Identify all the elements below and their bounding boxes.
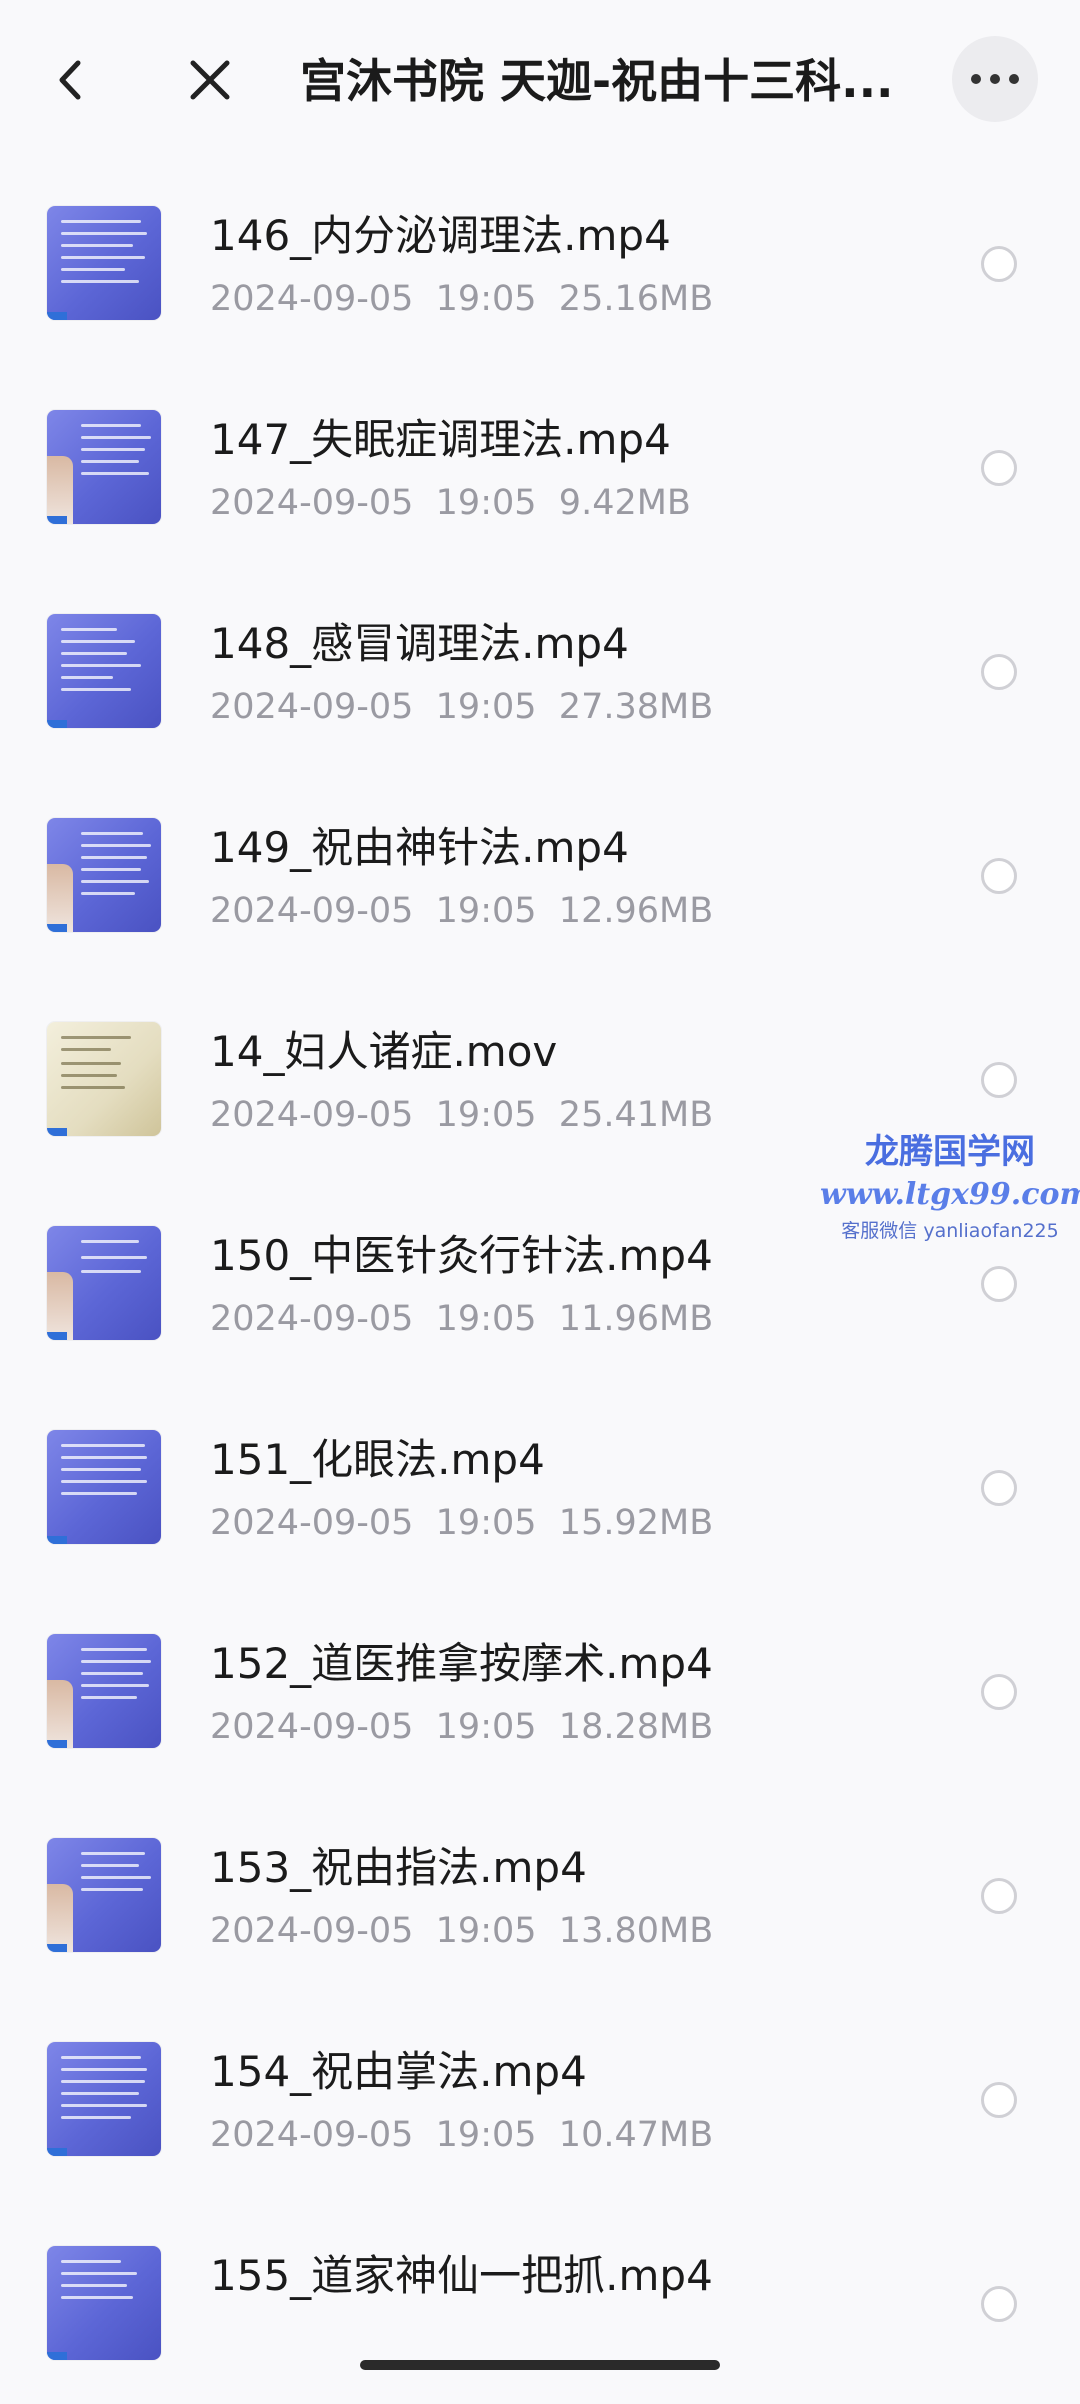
select-radio[interactable] (981, 2082, 1017, 2118)
home-indicator[interactable] (360, 2360, 720, 2370)
file-meta: 2024-09-05 19:05 10.47MB (210, 2112, 930, 2158)
file-date: 2024-09-05 19:05 (210, 1911, 537, 1951)
file-date: 2024-09-05 19:05 (210, 279, 537, 319)
video-thumbnail (47, 614, 161, 728)
watermark-url: www.ltgx99.com (820, 1177, 1080, 1212)
file-item[interactable]: 153_祝由指法.mp4 2024-09-05 19:05 13.80MB (0, 1792, 1080, 1996)
file-date: 2024-09-05 19:05 (210, 891, 537, 931)
video-thumbnail (47, 818, 161, 932)
select-radio[interactable] (981, 1266, 1017, 1302)
file-item[interactable]: 155_道家神仙一把抓.mp4 (0, 2200, 1080, 2404)
file-meta: 2024-09-05 19:05 9.42MB (210, 480, 930, 526)
select-radio[interactable] (981, 2286, 1017, 2322)
file-name: 154_祝由掌法.mp4 (210, 2047, 587, 2096)
watermark-contact: 客服微信 yanliaofan225 (841, 1220, 1059, 1242)
file-size: 10.47MB (558, 2115, 714, 2155)
file-size: 25.16MB (558, 279, 714, 319)
file-name: 152_道医推拿按摩术.mp4 (210, 1639, 713, 1688)
file-item[interactable]: 147_失眠症调理法.mp4 2024-09-05 19:05 9.42MB (0, 364, 1080, 568)
file-item[interactable]: 154_祝由掌法.mp4 2024-09-05 19:05 10.47MB (0, 1996, 1080, 2200)
more-button[interactable] (952, 36, 1038, 122)
watermark: 龙腾国学网 www.ltgx99.com 客服微信 yanliaofan225 (820, 1130, 1080, 1246)
video-thumbnail (47, 1634, 161, 1748)
file-date: 2024-09-05 19:05 (210, 1095, 537, 1135)
video-thumbnail (47, 1022, 161, 1136)
file-size: 12.96MB (558, 891, 714, 931)
video-thumbnail (47, 1226, 161, 1340)
file-meta: 2024-09-05 19:05 13.80MB (210, 1908, 930, 1954)
file-size: 25.41MB (558, 1095, 714, 1135)
top-bar: 宫沐书院 天迦-祝由十三科... (0, 0, 1080, 160)
select-radio[interactable] (981, 450, 1017, 486)
file-name: 14_妇人诸症.mov (210, 1027, 558, 1076)
select-radio[interactable] (981, 246, 1017, 282)
video-thumbnail (47, 410, 161, 524)
close-icon (190, 60, 230, 100)
file-date: 2024-09-05 19:05 (210, 1299, 537, 1339)
select-radio[interactable] (981, 1470, 1017, 1506)
select-radio[interactable] (981, 1674, 1017, 1710)
file-size: 13.80MB (558, 1911, 714, 1951)
select-radio[interactable] (981, 1878, 1017, 1914)
file-size: 18.28MB (558, 1707, 714, 1747)
chevron-left-icon (59, 60, 81, 100)
select-radio[interactable] (981, 858, 1017, 894)
file-name: 155_道家神仙一把抓.mp4 (210, 2251, 713, 2300)
file-name: 151_化眼法.mp4 (210, 1435, 545, 1484)
file-name: 153_祝由指法.mp4 (210, 1843, 587, 1892)
video-thumbnail (47, 1430, 161, 1544)
video-thumbnail (47, 1838, 161, 1952)
page-title: 宫沐书院 天迦-祝由十三科... (300, 54, 894, 108)
file-meta: 2024-09-05 19:05 25.16MB (210, 276, 930, 322)
file-size: 15.92MB (558, 1503, 714, 1543)
file-item[interactable]: 149_祝由神针法.mp4 2024-09-05 19:05 12.96MB (0, 772, 1080, 976)
file-item[interactable]: 146_内分泌调理法.mp4 2024-09-05 19:05 25.16MB (0, 160, 1080, 364)
more-horizontal-icon (971, 74, 981, 84)
file-date: 2024-09-05 19:05 (210, 1707, 537, 1747)
select-radio[interactable] (981, 1062, 1017, 1098)
file-name: 149_祝由神针法.mp4 (210, 823, 629, 872)
file-name: 148_感冒调理法.mp4 (210, 619, 629, 668)
file-meta: 2024-09-05 19:05 12.96MB (210, 888, 930, 934)
file-meta: 2024-09-05 19:05 27.38MB (210, 684, 930, 730)
file-meta: 2024-09-05 19:05 18.28MB (210, 1704, 930, 1750)
back-button[interactable] (40, 40, 100, 120)
file-date: 2024-09-05 19:05 (210, 687, 537, 727)
video-thumbnail (47, 206, 161, 320)
file-meta: 2024-09-05 19:05 11.96MB (210, 1296, 930, 1342)
video-thumbnail (47, 2246, 161, 2360)
select-radio[interactable] (981, 654, 1017, 690)
file-name: 146_内分泌调理法.mp4 (210, 211, 671, 260)
file-item[interactable]: 152_道医推拿按摩术.mp4 2024-09-05 19:05 18.28MB (0, 1588, 1080, 1792)
watermark-title: 龙腾国学网 (865, 1132, 1035, 1172)
file-list: 146_内分泌调理法.mp4 2024-09-05 19:05 25.16MB … (0, 160, 1080, 2404)
file-date: 2024-09-05 19:05 (210, 483, 537, 523)
video-thumbnail (47, 2042, 161, 2156)
file-size: 27.38MB (558, 687, 714, 727)
file-item[interactable]: 151_化眼法.mp4 2024-09-05 19:05 15.92MB (0, 1384, 1080, 1588)
file-meta: 2024-09-05 19:05 15.92MB (210, 1500, 930, 1546)
file-name: 147_失眠症调理法.mp4 (210, 415, 671, 464)
file-size: 11.96MB (558, 1299, 714, 1339)
file-size: 9.42MB (558, 483, 691, 523)
file-date: 2024-09-05 19:05 (210, 1503, 537, 1543)
file-date: 2024-09-05 19:05 (210, 2115, 537, 2155)
file-item[interactable]: 148_感冒调理法.mp4 2024-09-05 19:05 27.38MB (0, 568, 1080, 772)
close-button[interactable] (170, 40, 250, 120)
